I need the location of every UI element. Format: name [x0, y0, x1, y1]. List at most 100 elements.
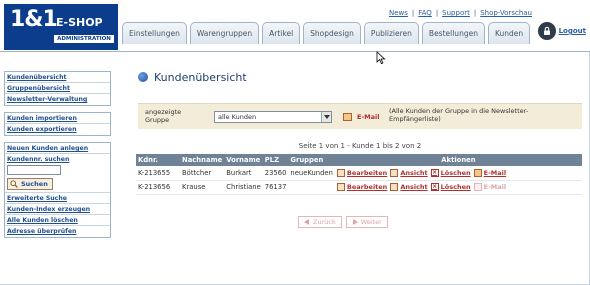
cell-gruppen: neueKunden	[288, 166, 335, 181]
email-button[interactable]: E-Mail	[473, 168, 507, 177]
pagination-info: Seite 1 von 1 - Kunde 1 bis 2 von 2	[298, 142, 422, 150]
tab-bestellungen[interactable]: Bestellungen	[421, 22, 485, 44]
cell-vorname: Burkart	[224, 166, 263, 181]
previous-page-button: Zurück	[298, 216, 342, 228]
separator: |	[411, 9, 415, 17]
logout-button[interactable]: Logout	[537, 21, 586, 41]
sidebar-item-delete-all[interactable]: Alle Kunden löschen	[5, 215, 110, 226]
tab-shopdesign[interactable]: Shopdesign	[303, 22, 361, 44]
column-header-gruppen[interactable]: Gruppen	[288, 154, 335, 166]
delete-icon: ×	[430, 168, 439, 177]
cell-plz: 23560	[262, 166, 289, 181]
column-header-nachname[interactable]: Nachname	[180, 154, 225, 166]
main-content: Kundenübersicht angezeigte Gruppe alle K…	[136, 70, 582, 228]
sidebar-group-import-export: Kunden importieren Kunden exportieren	[4, 112, 111, 136]
cell-nachname: Böttcher	[180, 166, 225, 181]
delete-button[interactable]: × Löschen	[430, 183, 471, 191]
delete-button[interactable]: × Löschen	[430, 168, 471, 177]
sidebar-item-export[interactable]: Kunden exportieren	[5, 124, 110, 135]
top-link-news[interactable]: News	[389, 9, 408, 17]
delete-label: Löschen	[440, 183, 471, 191]
tab-einstellungen[interactable]: Einstellungen	[122, 22, 187, 44]
cell-kdnr: K-213655	[136, 166, 180, 181]
table-header-row: Kdnr. Nachname Vorname PLZ Gruppen Aktio…	[136, 154, 582, 166]
page-title: Kundenübersicht	[154, 70, 247, 84]
edit-label: Bearbeiten	[346, 168, 388, 177]
email-button-disabled: E-Mail	[473, 183, 507, 191]
cell-actions: Bearbeiten Ansicht × Löschen E-Mail	[334, 180, 582, 195]
edit-button[interactable]: Bearbeiten	[336, 168, 388, 177]
group-email-hint: (Alle Kunden der Gruppe in die Newslette…	[389, 107, 529, 123]
mouse-cursor-icon	[376, 51, 386, 65]
email-label: E-Mail	[483, 183, 507, 191]
tab-publizieren[interactable]: Publizieren	[363, 22, 419, 44]
search-button[interactable]: Suchen	[7, 178, 53, 190]
tab-warengruppen[interactable]: Warengruppen	[189, 22, 260, 44]
sidebar-item-group-overview[interactable]: Gruppenübersicht	[5, 83, 110, 94]
column-header-vorname[interactable]: Vorname	[224, 154, 263, 166]
view-button[interactable]: Ansicht	[390, 168, 428, 177]
sidebar: Kundenübersicht Gruppenübersicht Newslet…	[4, 71, 111, 244]
shop-logo[interactable]: 1&1 E-SHOP ADMINISTRATION	[4, 4, 118, 50]
delete-label: Löschen	[440, 168, 471, 177]
top-link-support[interactable]: Support	[442, 9, 470, 17]
sidebar-item-check-address[interactable]: Adresse überprüfen	[5, 226, 110, 237]
customer-number-input[interactable]	[7, 165, 61, 175]
view-icon	[390, 168, 399, 177]
email-icon	[473, 183, 482, 191]
sidebar-item-customer-overview[interactable]: Kundenübersicht	[5, 72, 110, 83]
view-label: Ansicht	[400, 168, 428, 177]
separator: |	[435, 9, 439, 17]
separator: |	[473, 9, 477, 17]
edit-icon	[336, 183, 345, 191]
email-label: E-Mail	[483, 168, 507, 177]
edit-icon	[336, 168, 345, 177]
sidebar-group-overview: Kundenübersicht Gruppenübersicht Newslet…	[4, 71, 111, 106]
sidebar-item-extended-search[interactable]: Erweiterte Suche	[5, 193, 110, 204]
sidebar-item-new-customer[interactable]: Neuen Kunden anlegen	[5, 143, 110, 154]
arrow-right-icon	[352, 219, 358, 225]
top-link-faq[interactable]: FAQ	[418, 9, 432, 17]
column-header-kdnr[interactable]: Kdnr.	[136, 154, 180, 166]
cell-nachname: Krause	[180, 180, 225, 195]
sidebar-group-tools: Neuen Kunden anlegen Kundennr. suchen Su…	[4, 142, 111, 238]
customer-search: Kundennr. suchen Suchen	[5, 154, 110, 193]
header: 1&1 E-SHOP ADMINISTRATION News | FAQ | S…	[0, 0, 590, 52]
logo-product: E-SHOP	[56, 16, 103, 29]
cell-gruppen	[288, 180, 335, 195]
group-filter-label: angezeigte Gruppe	[145, 108, 182, 124]
search-icon	[10, 180, 18, 188]
cell-kdnr: K-213656	[136, 180, 180, 195]
group-select-value: alle Kunden	[218, 113, 257, 121]
main-tabs: Einstellungen Warengruppen Artikel Shopd…	[122, 22, 531, 44]
pager: Zurück Weiter	[298, 216, 388, 228]
cell-plz: 76137	[262, 180, 289, 195]
delete-icon: ×	[430, 183, 439, 191]
search-button-label: Suchen	[21, 180, 48, 188]
sidebar-item-newsletter[interactable]: Newsletter-Verwaltung	[5, 94, 110, 105]
cell-actions: Bearbeiten Ansicht × Löschen E-Mail	[334, 166, 582, 181]
group-select[interactable]: alle Kunden	[214, 111, 332, 123]
table-row: K-213655 Böttcher Burkart 23560 neueKund…	[136, 166, 582, 181]
email-icon[interactable]	[343, 113, 352, 121]
view-icon	[390, 183, 399, 191]
tab-kunden[interactable]: Kunden	[487, 22, 531, 44]
group-email-link[interactable]: E-Mail	[357, 113, 379, 121]
edit-label: Bearbeiten	[346, 183, 388, 191]
customer-table: Kdnr. Nachname Vorname PLZ Gruppen Aktio…	[136, 154, 582, 195]
sidebar-item-import[interactable]: Kunden importieren	[5, 113, 110, 124]
next-page-button: Weiter	[345, 216, 388, 228]
top-link-shop-preview[interactable]: Shop-Vorschau	[480, 9, 532, 17]
tab-artikel[interactable]: Artikel	[262, 22, 301, 44]
column-header-plz[interactable]: PLZ	[262, 154, 289, 166]
previous-page-label: Zurück	[313, 218, 336, 226]
logo-subtitle: ADMINISTRATION	[54, 35, 114, 43]
sidebar-item-create-index[interactable]: Kunden-Index erzeugen	[5, 204, 110, 215]
view-label: Ansicht	[400, 183, 428, 191]
customer-search-label: Kundennr. suchen	[7, 156, 70, 163]
next-page-label: Weiter	[360, 218, 382, 226]
edit-button[interactable]: Bearbeiten	[336, 183, 388, 191]
view-button[interactable]: Ansicht	[390, 183, 428, 191]
logo-brand: 1&1	[10, 7, 58, 32]
top-links: News | FAQ | Support | Shop-Vorschau	[389, 9, 532, 17]
